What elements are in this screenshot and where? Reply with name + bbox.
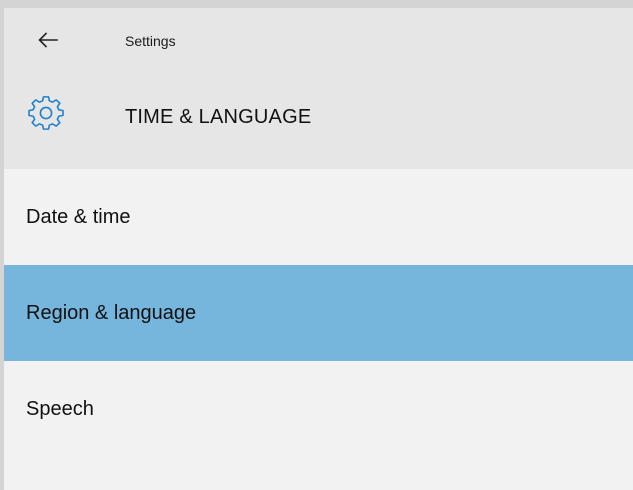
settings-window: Settings TIME & LANGUAGE Date & time Reg… <box>4 8 633 490</box>
back-arrow-icon <box>38 32 58 48</box>
back-button[interactable] <box>32 24 64 56</box>
section-header: TIME & LANGUAGE <box>4 96 633 146</box>
nav-item-label: Region & language <box>26 302 197 324</box>
header: Settings TIME & LANGUAGE <box>4 8 633 169</box>
app-title: Settings <box>125 33 176 49</box>
section-title: TIME & LANGUAGE <box>125 106 312 128</box>
nav-item-date-time[interactable]: Date & time <box>4 169 633 265</box>
nav-item-label: Date & time <box>26 206 131 228</box>
nav-item-region-language[interactable]: Region & language <box>4 265 633 361</box>
nav-item-label: Speech <box>26 398 94 420</box>
nav-item-speech[interactable]: Speech <box>4 361 633 457</box>
nav-list: Date & time Region & language Speech <box>4 169 633 457</box>
title-bar: Settings <box>4 8 633 72</box>
gear-icon <box>28 96 64 130</box>
